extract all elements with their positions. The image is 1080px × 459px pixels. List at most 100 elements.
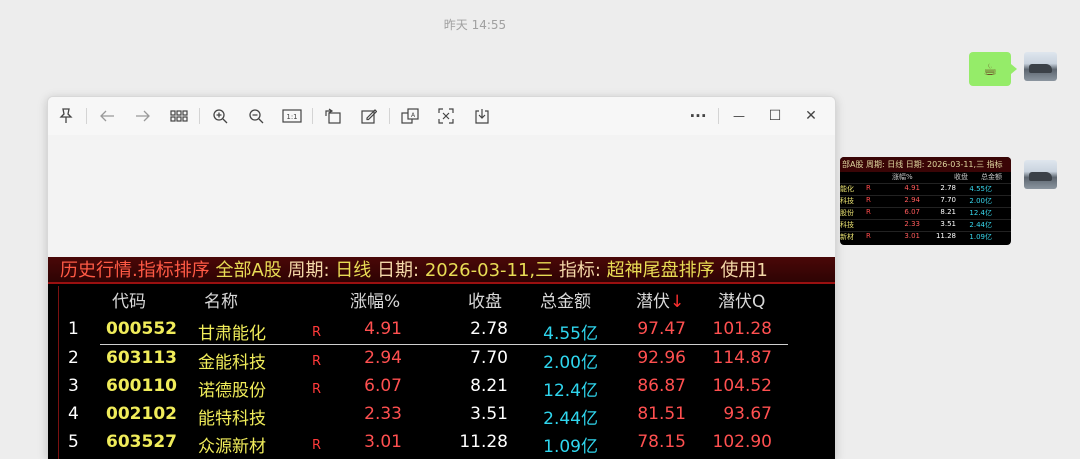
thumb-cell: 1.09亿 <box>969 233 992 241</box>
thumb-cell: R <box>866 232 871 240</box>
stock-code: 000552 <box>106 319 177 339</box>
thumb-cell: 8.21 <box>940 208 956 216</box>
header-q2[interactable]: 潜伏Q <box>718 287 765 312</box>
thumb-cell: 4.91 <box>904 184 920 192</box>
coffee-emoji: ☕ <box>982 59 998 79</box>
total-amount: 4.55亿 <box>543 324 598 344</box>
stock-name: 众源新材 <box>198 437 266 457</box>
thumb-cell: 3.01 <box>904 232 920 240</box>
row-index: 2 <box>68 348 79 368</box>
thumb-cell: 3.51 <box>940 220 956 228</box>
stock-code: 002102 <box>106 404 177 424</box>
change-pct: 4.91 <box>364 319 402 339</box>
maximize-button[interactable]: ☐ <box>757 101 793 131</box>
row-index: 5 <box>68 432 79 452</box>
thumb-cell: 科技 <box>840 197 854 205</box>
row-separator <box>100 344 788 345</box>
download-icon[interactable] <box>464 101 500 131</box>
stock-name: 金能科技 <box>198 353 266 373</box>
zoom-out-icon[interactable] <box>238 101 274 131</box>
sort-desc-icon: ↓ <box>670 292 685 312</box>
title-segment: 2026-03-11,三 <box>424 260 554 281</box>
scan-icon[interactable] <box>428 101 464 131</box>
stock-code: 603527 <box>106 432 177 452</box>
chat-message-bubble[interactable]: ☕ <box>969 52 1017 86</box>
actual-size-icon[interactable]: 1:1 <box>274 101 310 131</box>
total-amount: 2.44亿 <box>543 409 598 429</box>
translate-icon[interactable]: A <box>392 101 428 131</box>
q2-value: 104.52 <box>712 376 772 396</box>
toolbar-divider <box>718 108 719 124</box>
thumb-cell: 7.70 <box>940 196 956 204</box>
row-index: 3 <box>68 376 79 396</box>
thumb-header-row: 涨幅% 收盘 总金额 <box>840 172 1011 183</box>
thumb-header: 收盘 <box>954 173 968 181</box>
header-amount[interactable]: 总金额 <box>540 287 591 312</box>
thumb-cell <box>866 220 880 231</box>
grid-icon[interactable] <box>161 101 197 131</box>
close-price: 8.21 <box>470 376 508 396</box>
thumb-row: 能化 R 4.91 2.78 4.55亿 <box>840 183 1011 195</box>
header-name[interactable]: 名称 <box>204 287 238 312</box>
thumb-header: 总金额 <box>981 173 1002 181</box>
title-segment: 超神尾盘排序 <box>606 260 715 281</box>
chat-image-thumbnail[interactable]: 部A股 周期: 日线 日期: 2026-03-11,三 指标 涨幅% 收盘 总金… <box>840 157 1011 245</box>
q2-value: 102.90 <box>712 432 772 452</box>
table-row[interactable]: 5 603527 众源新材 R 3.01 11.28 1.09亿 78.15 1… <box>48 430 835 458</box>
thumb-cell: 11.28 <box>935 232 956 240</box>
minimize-button[interactable]: — <box>721 101 757 131</box>
q1-value: 92.96 <box>637 348 686 368</box>
thumb-row: 科技 2.33 3.51 2.44亿 <box>840 219 1011 231</box>
actual-size-label: 1:1 <box>286 113 297 121</box>
thumb-cell: 2.44亿 <box>969 221 992 229</box>
close-button[interactable]: ✕ <box>793 101 829 131</box>
thumb-cell: 股份 <box>840 209 854 217</box>
thumb-cell: 2.94 <box>904 196 920 204</box>
stock-name: 甘肃能化 <box>198 324 266 344</box>
header-q1[interactable]: 潜伏↓ <box>636 287 684 312</box>
pin-icon[interactable] <box>48 101 84 131</box>
row-index: 1 <box>68 319 79 339</box>
zoom-in-icon[interactable] <box>202 101 238 131</box>
q1-value: 86.87 <box>637 376 686 396</box>
thumb-cell: 2.33 <box>904 220 920 228</box>
table-row[interactable]: 2 603113 金能科技 R 2.94 7.70 2.00亿 92.96 11… <box>48 346 835 374</box>
header-q1-label: 潜伏 <box>636 292 670 312</box>
q1-value: 81.51 <box>637 404 686 424</box>
q1-value: 97.47 <box>637 319 686 339</box>
image-viewer-window: 1:1 A ··· — ☐ ✕ 历史行情.指标排序 全部A股 周期: 日线 日期… <box>47 96 836 459</box>
q2-value: 93.67 <box>723 404 772 424</box>
user-avatar-2[interactable] <box>1024 160 1057 189</box>
flag-badge: R <box>312 354 322 369</box>
user-avatar[interactable] <box>1024 52 1057 81</box>
header-close[interactable]: 收盘 <box>468 287 502 312</box>
edit-icon[interactable] <box>351 101 387 131</box>
table-row[interactable]: 3 600110 诺德股份 R 6.07 8.21 12.4亿 86.87 10… <box>48 374 835 402</box>
title-segment: 周期: <box>281 260 336 281</box>
thumb-cell: 2.78 <box>940 184 956 192</box>
viewer-toolbar: 1:1 A ··· — ☐ ✕ <box>48 97 835 135</box>
stock-code: 600110 <box>106 376 177 396</box>
change-pct: 2.94 <box>364 348 402 368</box>
arrow-right-icon[interactable] <box>125 101 161 131</box>
rotate-icon[interactable] <box>315 101 351 131</box>
table-row[interactable]: 4 002102 能特科技 2.33 3.51 2.44亿 81.51 93.6… <box>48 402 835 430</box>
table-row[interactable]: 1 000552 甘肃能化 R 4.91 2.78 4.55亿 97.47 10… <box>48 317 835 345</box>
arrow-left-icon[interactable] <box>89 101 125 131</box>
header-change[interactable]: 涨幅% <box>350 287 400 312</box>
header-code[interactable]: 代码 <box>112 287 146 312</box>
stock-ranking-image: 历史行情.指标排序 全部A股 周期: 日线 日期: 2026-03-11,三 指… <box>48 257 835 459</box>
thumb-cell: 6.07 <box>904 208 920 216</box>
thumb-title: 部A股 周期: 日线 日期: 2026-03-11,三 指标 <box>840 157 1011 172</box>
flag-badge: R <box>312 325 322 340</box>
toolbar-divider <box>86 108 87 124</box>
toolbar-divider <box>312 108 313 124</box>
thumb-row: 科技 R 2.94 7.70 2.00亿 <box>840 195 1011 207</box>
stock-title-bar: 历史行情.指标排序 全部A股 周期: 日线 日期: 2026-03-11,三 指… <box>48 257 835 284</box>
thumb-cell: R <box>866 208 871 216</box>
title-segment: 使用1 <box>714 260 768 281</box>
stock-code: 603113 <box>106 348 177 368</box>
q2-value: 101.28 <box>712 319 772 339</box>
thumb-cell: 科技 <box>840 221 854 229</box>
more-icon[interactable]: ··· <box>680 101 716 131</box>
